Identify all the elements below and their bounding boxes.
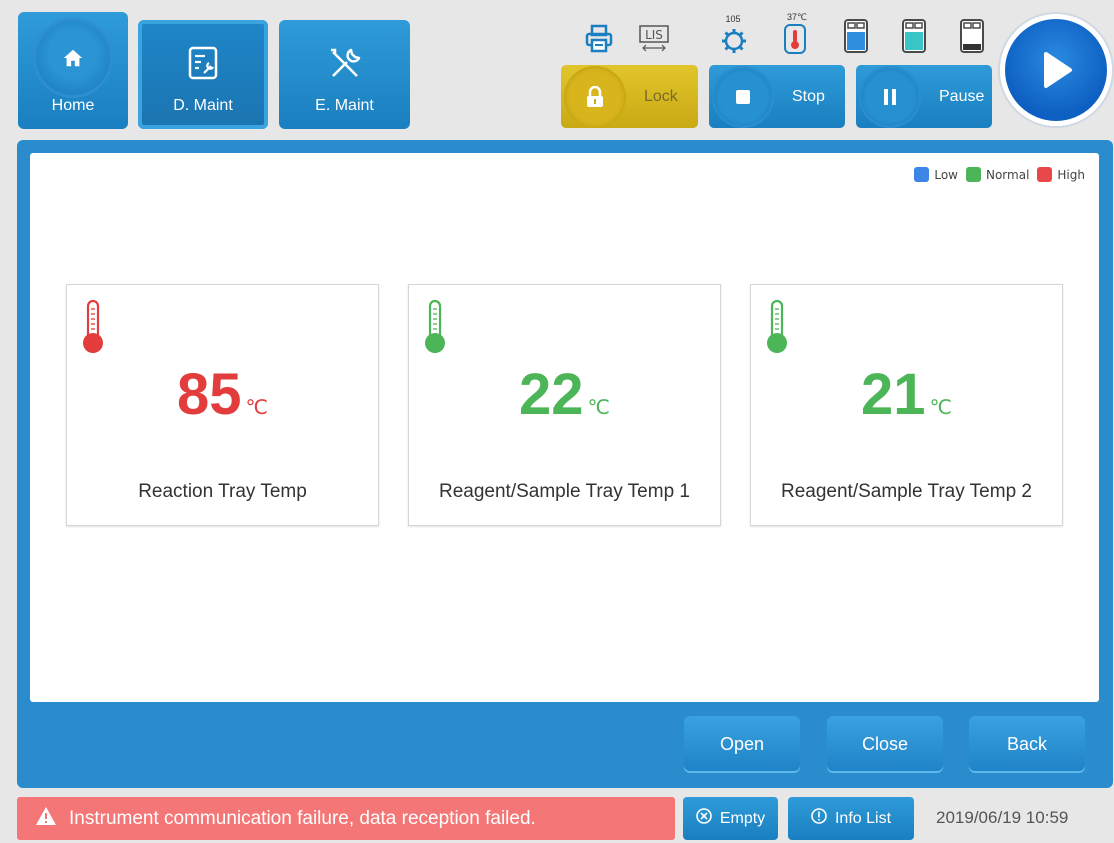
temperature-reading: 85 ℃ [67, 361, 378, 428]
stop-icon [712, 65, 774, 128]
close-button[interactable]: Close [827, 716, 943, 773]
legend-swatch-normal [965, 167, 981, 182]
lis-icon[interactable]: LIS [637, 24, 671, 59]
reagent-bottle-icon[interactable] [843, 18, 869, 59]
engineer-maintenance-label: E. Maint [315, 97, 374, 114]
stop-label: Stop [792, 87, 825, 105]
temperature-reading: 21 ℃ [751, 361, 1062, 428]
gear-icon[interactable] [721, 28, 747, 59]
home-button[interactable]: Home [18, 12, 128, 129]
temperature-status-icon[interactable] [783, 24, 807, 59]
legend-label-high: High [1057, 167, 1085, 182]
warning-icon [35, 806, 57, 832]
legend-item-normal: Normal [965, 167, 1030, 182]
stop-button[interactable]: Stop [709, 65, 845, 128]
play-icon [1044, 52, 1072, 88]
temperature-reading: 22 ℃ [409, 361, 720, 428]
temperature-value: 37℃ [786, 12, 808, 22]
alarm-text: Instrument communication failure, data r… [69, 807, 536, 829]
temperature-card-reaction-tray: 85 ℃ Reaction Tray Temp [66, 284, 379, 526]
engineer-maintenance-button[interactable]: E. Maint [279, 20, 410, 129]
gear-value: 105 [725, 14, 741, 24]
legend-label-normal: Normal [985, 167, 1030, 182]
temperature-unit: ℃ [929, 397, 952, 419]
empty-label: Empty [719, 809, 766, 827]
temperature-value: 21 [861, 362, 926, 427]
home-icon [33, 18, 113, 98]
legend-label-low: Low [934, 167, 958, 182]
temperature-panel: Low Normal High 85℃ Reaction Tray Temp [30, 153, 1099, 702]
open-button[interactable]: Open [684, 716, 800, 773]
temperature-value: 22 [519, 362, 584, 427]
lock-label: Lock [644, 87, 678, 105]
info-icon [811, 808, 827, 829]
lock-button[interactable]: Lock [561, 65, 698, 128]
water-bottle-icon[interactable] [901, 18, 927, 59]
pause-button[interactable]: Pause [856, 65, 992, 128]
daily-maintenance-label: D. Maint [173, 97, 233, 114]
lis-label: LIS [645, 28, 663, 42]
legend-swatch-low [914, 167, 930, 182]
legend-swatch-high [1037, 167, 1053, 182]
legend-item-high: High [1037, 167, 1085, 182]
temperature-unit: ℃ [245, 397, 268, 419]
legend: Low Normal High [906, 167, 1085, 182]
card-title: Reagent/Sample Tray Temp 2 [780, 481, 1032, 502]
padlock-icon [564, 65, 626, 128]
start-button[interactable] [1000, 14, 1112, 126]
temperature-card-reagent-tray-1: 22 ℃ Reagent/Sample Tray Temp 1 [408, 284, 721, 526]
datetime: 2019/06/19 10:59 [936, 808, 1069, 827]
waste-bottle-icon[interactable] [959, 18, 985, 59]
temperature-value: 85 [177, 362, 242, 427]
home-label: Home [51, 97, 95, 114]
thermometer-icon [423, 299, 447, 360]
status-icon-strip: LIS 105 37℃ [585, 4, 1005, 64]
empty-button[interactable]: Empty [683, 797, 778, 840]
temperature-unit: ℃ [587, 397, 610, 419]
thermometer-icon [81, 299, 105, 360]
pause-icon [859, 65, 921, 128]
pause-label: Pause [939, 87, 985, 105]
printer-icon[interactable] [585, 24, 613, 59]
card-title: Reaction Tray Temp [138, 481, 307, 502]
back-button[interactable]: Back [969, 716, 1085, 773]
daily-maintenance-button[interactable]: D. Maint [138, 20, 268, 129]
temperature-card-reagent-tray-2: 21 ℃ Reagent/Sample Tray Temp 2 [750, 284, 1063, 526]
legend-item-low: Low [914, 167, 958, 182]
tools-icon [327, 46, 363, 87]
clear-icon [696, 808, 712, 829]
thermometer-icon [765, 299, 789, 360]
card-title: Reagent/Sample Tray Temp 1 [438, 481, 690, 502]
alarm-banner[interactable]: Instrument communication failure, data r… [17, 797, 675, 840]
info-list-button[interactable]: Info List [788, 797, 914, 840]
info-list-label: Info List [834, 809, 892, 827]
maintenance-list-icon [188, 46, 218, 85]
